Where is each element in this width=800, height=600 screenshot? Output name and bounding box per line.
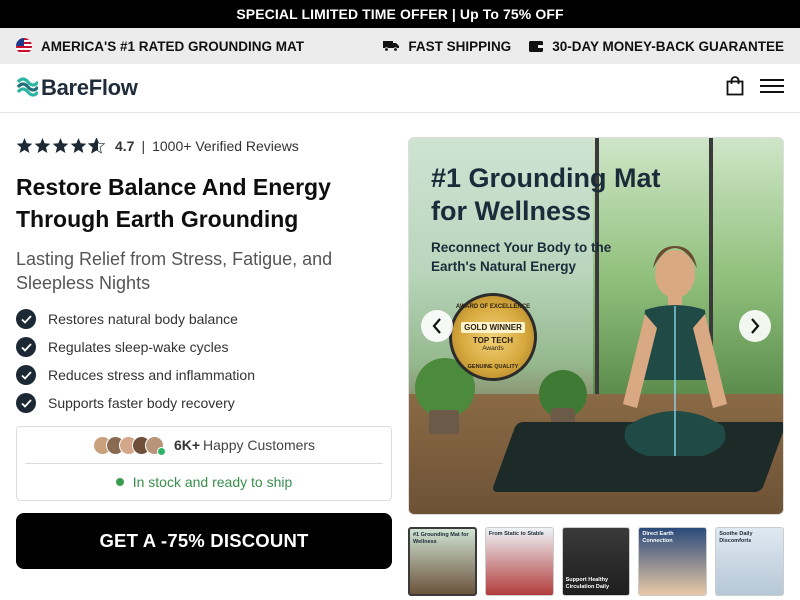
thumbnail[interactable]: Direct Earth Connection [638,527,708,596]
benefit-item: Reduces stress and inflammation [16,361,392,389]
trust-rating: AMERICA'S #1 RATED GROUNDING MAT [16,38,304,54]
verified-badge-icon [156,446,166,456]
star-rating [16,138,105,154]
badge-sub-text: TOP TECH [472,336,514,345]
check-icon [16,337,36,357]
reviews-count: 1000+ Verified Reviews [152,138,299,154]
shipping-text: FAST SHIPPING [408,38,512,54]
logo-mark-icon [16,75,40,102]
site-header: BareFlow [0,64,800,113]
avatar [144,435,166,456]
star-icon [52,138,69,153]
social-proof-box: 6K+ Happy Customers In stock and ready t… [16,426,392,501]
thumbnail[interactable]: Soothe Daily Discomforts [715,527,784,596]
customer-avatars [92,435,166,456]
benefit-item: Regulates sleep-wake cycles [16,333,392,361]
star-icon [34,138,51,153]
rating-separator: | [141,138,146,154]
thumbnail-label: From Static to Stable [488,531,544,537]
thumbnail-label: Support Healthy Circulation Daily [565,577,610,590]
promo-bar: SPECIAL LIMITED TIME OFFER | Up To 75% O… [0,0,800,28]
benefit-text: Supports faster body recovery [48,395,235,411]
thumbnail[interactable]: #1 Grounding Mat for Wellness [408,527,477,596]
product-title: Restore Balance And Energy Through Earth… [16,174,331,232]
badge-main-text: GOLD WINNER [461,322,525,333]
gallery-next-button[interactable] [739,310,771,342]
badge-top-text: AWARD OF EXCELLENCE [455,304,531,310]
stock-text: In stock and ready to ship [132,474,293,490]
benefit-item: Supports faster body recovery [16,389,392,417]
wallet-icon [529,40,544,52]
star-icon [70,138,87,153]
shipping-info: FAST SHIPPING [383,39,511,54]
thumbnail[interactable]: From Static to Stable [484,527,554,596]
half-star-icon [88,138,105,154]
hamburger-menu-icon[interactable] [760,78,784,99]
thumbnail-label: #1 Grounding Mat for Wellness [413,532,469,545]
stock-dot-icon [115,478,124,486]
trust-rating-text: AMERICA'S #1 RATED GROUNDING MAT [41,38,304,54]
brand-name: BareFlow [41,75,138,100]
badge-bottom-text: GENUINE QUALITY [467,364,519,370]
hero-subtitle: Reconnect Your Body to the Earth's Natur… [431,240,612,274]
award-badge: AWARD OF EXCELLENCE GOLD WINNER TOP TECH… [449,293,537,381]
product-info: 4.7 | 1000+ Verified Reviews Restore Bal… [16,137,392,596]
thumbnail[interactable]: Support Healthy Circulation Daily [561,527,631,596]
benefit-text: Restores natural body balance [48,311,238,327]
shopping-bag-icon[interactable] [726,75,744,101]
promo-text: SPECIAL LIMITED TIME OFFER | Up To 75% O… [236,6,564,22]
guarantee-text: 30-DAY MONEY-BACK GUARANTEE [552,38,784,54]
thumbnail-strip: #1 Grounding Mat for Wellness From Stati… [408,527,784,596]
star-icon [16,138,33,153]
us-flag-icon [16,38,32,54]
benefit-text: Reduces stress and inflammation [48,367,255,383]
product-gallery: #1 Grounding Mat for Wellness Reconnect … [408,137,784,596]
check-icon [16,365,36,385]
chevron-right-icon [751,318,760,334]
hero-title: #1 Grounding Mat for Wellness [431,163,661,226]
benefit-item: Restores natural body balance [16,305,392,333]
benefit-text: Regulates sleep-wake cycles [48,339,229,355]
badge-sub2-text: Awards [482,345,504,352]
plant-pot [429,410,459,434]
rating-value: 4.7 [115,138,135,154]
check-icon [16,393,36,413]
truck-icon [383,40,400,52]
trust-bar: AMERICA'S #1 RATED GROUNDING MAT FAST SH… [0,28,800,64]
gallery-prev-button[interactable] [421,310,453,342]
hero-image[interactable]: #1 Grounding Mat for Wellness Reconnect … [408,137,784,515]
product-subtitle: Lasting Relief from Stress, Fatigue, and… [16,249,333,293]
brand-logo[interactable]: BareFlow [16,75,138,102]
customers-count: 6K+ [173,437,201,453]
happy-customers: 6K+ Happy Customers [25,427,383,464]
check-icon [16,309,36,329]
customers-label: Happy Customers [203,437,316,453]
discount-cta-button[interactable]: GET A -75% DISCOUNT [16,513,392,569]
benefits-list: Restores natural body balance Regulates … [16,305,392,417]
rating-summary[interactable]: 4.7 | 1000+ Verified Reviews [16,137,392,155]
thumbnail-label: Soothe Daily Discomforts [719,531,753,544]
guarantee-info: 30-DAY MONEY-BACK GUARANTEE [529,39,784,54]
chevron-left-icon [432,318,441,334]
thumbnail-label: Direct Earth Connection [642,531,674,544]
stock-status: In stock and ready to ship [25,464,383,500]
